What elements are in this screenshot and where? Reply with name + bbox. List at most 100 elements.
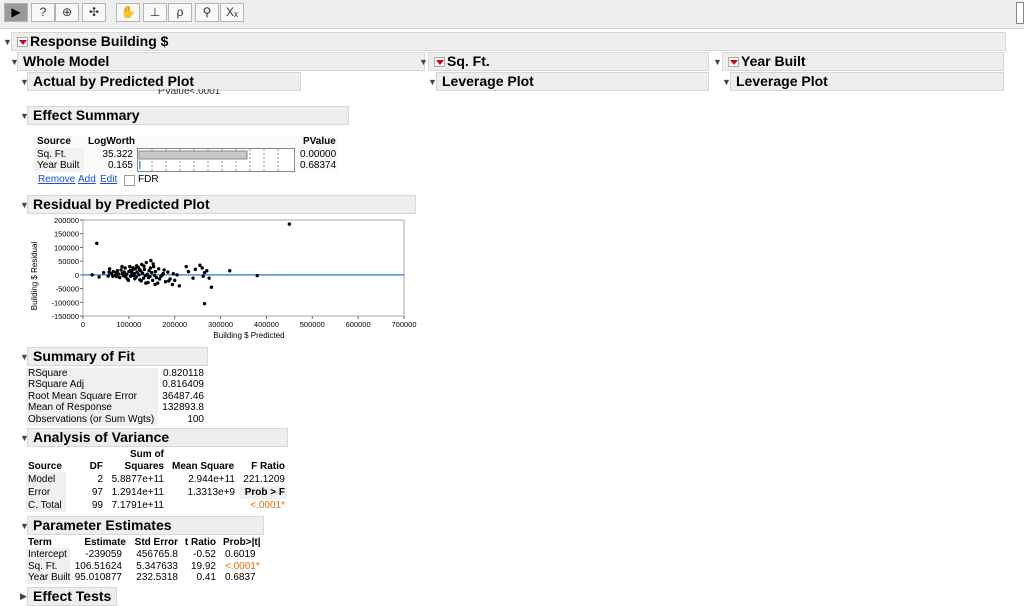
data-point[interactable]	[101, 270, 106, 275]
add-link[interactable]: Add	[78, 174, 96, 186]
remove-link[interactable]: Remove	[38, 174, 75, 186]
data-point[interactable]	[111, 274, 115, 278]
data-point[interactable]	[202, 301, 207, 306]
help-tool-icon[interactable]: ?	[31, 3, 55, 22]
data-point[interactable]	[134, 264, 139, 268]
data-point[interactable]	[128, 268, 132, 273]
x-tick-label: 300000	[208, 320, 233, 329]
brush-tool-icon[interactable]: ⊥	[143, 3, 167, 22]
data-point[interactable]	[191, 276, 195, 280]
data-point[interactable]	[90, 273, 94, 277]
data-point[interactable]	[151, 262, 155, 266]
crosshair-tool-icon[interactable]: ⊕	[55, 3, 79, 22]
anova-header[interactable]: Analysis of Variance	[27, 428, 288, 447]
data-point[interactable]	[184, 264, 188, 269]
data-point[interactable]	[123, 275, 128, 279]
window-scroll-handle[interactable]	[1016, 2, 1024, 24]
data-point[interactable]	[107, 270, 111, 274]
data-point[interactable]	[177, 284, 181, 288]
data-point[interactable]	[156, 267, 161, 271]
grabber-tool-icon[interactable]: ✋	[116, 3, 140, 22]
summary-of-fit-header[interactable]: Summary of Fit	[27, 347, 208, 366]
yearbuilt-header[interactable]: Year Built	[722, 52, 1004, 71]
data-point[interactable]	[228, 269, 232, 273]
edit-link[interactable]: Edit	[100, 174, 117, 186]
fdr-checkbox[interactable]	[124, 175, 135, 186]
data-point[interactable]	[200, 266, 204, 270]
data-point[interactable]	[114, 274, 119, 279]
data-point[interactable]	[193, 267, 198, 272]
data-point[interactable]	[97, 275, 101, 279]
data-point[interactable]	[139, 279, 143, 283]
data-point[interactable]	[173, 278, 177, 283]
data-point[interactable]	[201, 274, 205, 278]
whole-model-header[interactable]: Whole Model	[17, 52, 425, 71]
data-point[interactable]	[171, 272, 176, 276]
param-row-t: 0.41	[196, 572, 216, 583]
data-point[interactable]	[106, 274, 110, 278]
data-point[interactable]	[287, 222, 292, 226]
data-point[interactable]	[186, 269, 191, 274]
data-point[interactable]	[162, 268, 166, 272]
data-point[interactable]	[146, 275, 151, 280]
data-point[interactable]	[119, 268, 123, 272]
plot-frame[interactable]	[82, 219, 405, 317]
lasso-tool-icon[interactable]: ρ	[168, 3, 192, 22]
data-point[interactable]	[198, 263, 202, 267]
effect-summary-header[interactable]: Effect Summary	[27, 106, 349, 125]
disclosure-triangle-icon[interactable]: ▼	[713, 57, 722, 67]
data-point[interactable]	[117, 275, 122, 280]
data-point[interactable]	[255, 273, 259, 278]
sqft-leverage-plot-header[interactable]: Leverage Plot	[436, 72, 709, 91]
data-point[interactable]	[150, 270, 154, 275]
data-point[interactable]	[144, 281, 148, 285]
red-triangle-menu-icon[interactable]	[728, 57, 739, 67]
sqft-header[interactable]: Sq. Ft.	[428, 52, 709, 71]
data-point[interactable]	[95, 241, 99, 246]
data-point[interactable]	[123, 266, 127, 270]
data-point[interactable]	[205, 269, 209, 273]
data-point[interactable]	[107, 267, 112, 271]
data-point[interactable]	[131, 266, 135, 270]
data-point[interactable]	[157, 277, 162, 281]
data-point[interactable]	[160, 273, 165, 277]
disclosure-triangle-icon[interactable]: ▼	[419, 57, 428, 67]
move-tool-icon[interactable]: ✣	[82, 3, 106, 22]
data-point[interactable]	[142, 264, 146, 268]
data-point[interactable]	[154, 275, 159, 280]
red-triangle-menu-icon[interactable]	[434, 57, 445, 67]
data-point[interactable]	[144, 260, 148, 265]
data-point[interactable]	[145, 272, 149, 277]
data-point[interactable]	[153, 269, 158, 274]
data-point[interactable]	[128, 264, 132, 269]
red-triangle-menu-icon[interactable]	[17, 37, 28, 47]
data-point[interactable]	[175, 273, 179, 277]
magnifier-tool-icon[interactable]: ⚲	[195, 3, 219, 22]
data-point[interactable]	[126, 278, 131, 283]
data-point[interactable]	[167, 279, 171, 283]
data-point[interactable]	[209, 285, 214, 289]
disclosure-triangle-collapsed-icon[interactable]: ▶	[20, 591, 27, 601]
parameter-estimates-header[interactable]: Parameter Estimates	[27, 516, 264, 535]
data-point[interactable]	[149, 258, 153, 263]
data-point[interactable]	[137, 273, 141, 277]
data-point[interactable]	[137, 267, 142, 272]
data-point[interactable]	[151, 278, 155, 283]
data-point[interactable]	[166, 270, 170, 274]
data-point[interactable]	[163, 280, 168, 284]
data-point[interactable]	[120, 264, 124, 269]
annotate-tool-icon[interactable]: Xₓ	[220, 3, 244, 22]
effect-tests-header[interactable]: Effect Tests	[27, 587, 117, 606]
data-point[interactable]	[142, 267, 147, 272]
effect-row-source[interactable]: Year Built	[37, 160, 79, 172]
data-point[interactable]	[133, 276, 137, 281]
arrow-tool-icon[interactable]: ▶	[4, 3, 28, 22]
data-point[interactable]	[170, 282, 175, 287]
yearbuilt-leverage-plot-header[interactable]: Leverage Plot	[730, 72, 1004, 91]
data-point[interactable]	[140, 271, 145, 275]
data-point[interactable]	[156, 281, 160, 285]
data-point[interactable]	[115, 269, 120, 273]
data-point[interactable]	[207, 276, 211, 280]
data-point[interactable]	[148, 266, 153, 270]
residual-plot-header[interactable]: Residual by Predicted Plot	[27, 195, 416, 214]
